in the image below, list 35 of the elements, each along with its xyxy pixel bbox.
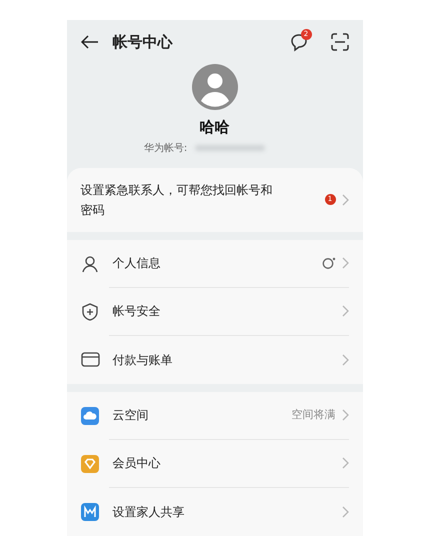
diamond-app-icon xyxy=(80,454,98,472)
user-name: 哈哈 xyxy=(200,117,230,138)
item-label: 帐号安全 xyxy=(112,303,160,320)
avatar[interactable] xyxy=(192,64,238,110)
chevron-right-icon xyxy=(342,194,348,206)
item-label: 付款与账单 xyxy=(112,352,172,368)
settings-item[interactable]: 云空间 空间将满 xyxy=(80,392,348,440)
settings-item[interactable]: 会员中心 xyxy=(80,440,348,488)
item-value: 空间将满 xyxy=(292,406,336,423)
shield-plus-icon xyxy=(80,302,98,320)
item-label: 会员中心 xyxy=(112,455,160,472)
blurred-account-number xyxy=(195,145,266,151)
settings-item[interactable]: 帐号安全 xyxy=(80,288,348,336)
scan-icon[interactable] xyxy=(330,33,348,51)
item-label: 个人信息 xyxy=(112,255,160,272)
page-title: 帐号中心 xyxy=(112,32,172,53)
notice-text: 设置紧急联系人，可帮您找回帐号和密码 xyxy=(80,182,274,218)
chevron-right-icon xyxy=(342,257,348,269)
family-app-icon xyxy=(80,502,98,520)
item-label: 云空间 xyxy=(112,407,148,424)
chevron-right-icon xyxy=(342,409,348,421)
cloud-app-icon xyxy=(80,406,98,424)
item-label: 设置家人共享 xyxy=(112,504,184,520)
chevron-right-icon xyxy=(342,506,348,518)
chevron-right-icon xyxy=(342,457,348,469)
chevron-right-icon xyxy=(342,305,348,317)
back-arrow-icon[interactable] xyxy=(80,35,98,49)
message-icon xyxy=(288,32,308,52)
chevron-right-icon xyxy=(342,354,348,366)
settings-item[interactable]: 设置家人共享 xyxy=(80,488,348,536)
settings-item[interactable]: 个人信息 xyxy=(80,240,348,288)
account-label: 华为帐号: xyxy=(144,142,188,156)
card-icon xyxy=(80,352,100,367)
settings-item[interactable]: 付款与账单 xyxy=(80,336,348,384)
person-icon xyxy=(80,254,98,272)
